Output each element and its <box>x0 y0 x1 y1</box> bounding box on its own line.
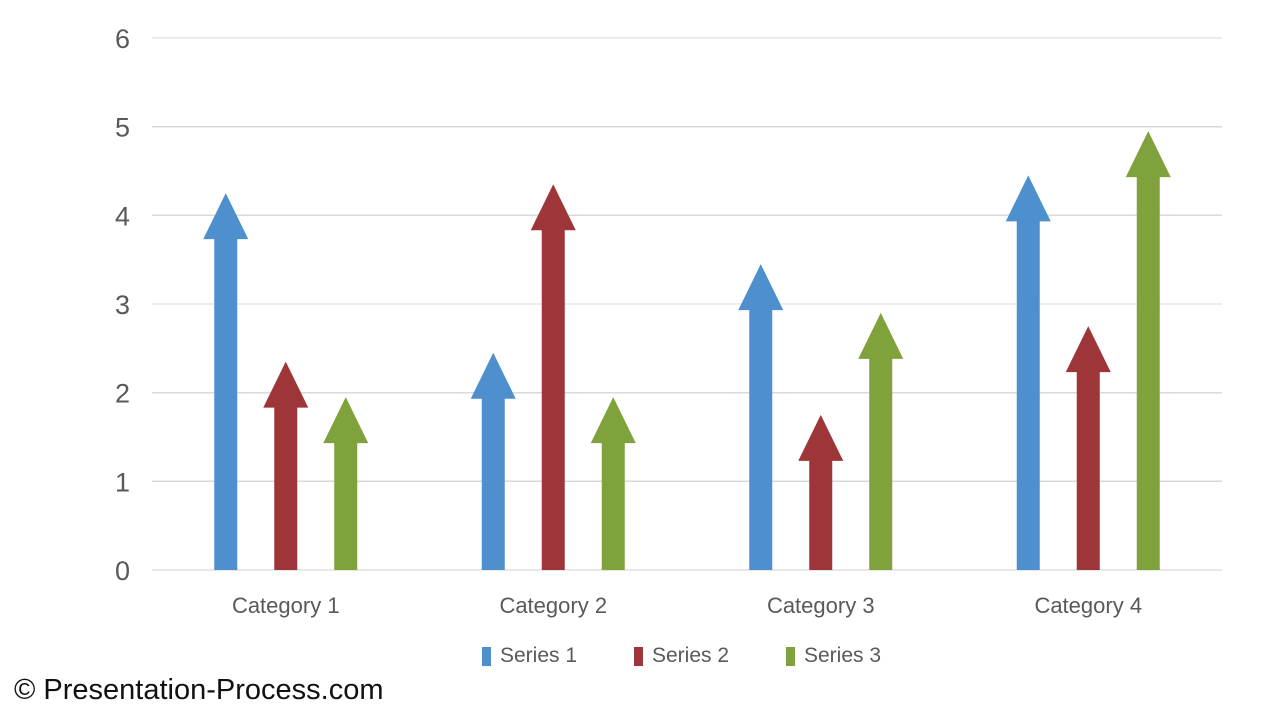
legend-swatch-icon <box>634 647 643 666</box>
arrow-bar <box>323 397 369 570</box>
y-axis-tick-label: 6 <box>115 24 130 54</box>
y-axis-tick-label: 5 <box>115 113 130 143</box>
legend-label: Series 3 <box>804 644 881 667</box>
category-axis-labels: Category 1 Category 2 Category 3 Category 4 <box>232 593 1142 618</box>
legend-label: Series 2 <box>652 644 729 667</box>
arrow-bar <box>590 397 636 570</box>
arrow-column-chart: 0123456 Category 1 Category 2 Category 3 Ca… <box>0 0 1280 720</box>
y-axis-tick-labels: 0 1 2 3 4 5 6 <box>115 24 130 586</box>
y-axis-tick-label: 4 <box>115 201 130 231</box>
arrow-bar <box>798 414 844 570</box>
y-axis-tick-label: 2 <box>115 379 130 409</box>
category-label: Category 2 <box>499 593 607 618</box>
watermark-credit: © Presentation-Process.com <box>14 674 384 706</box>
legend-swatch-icon <box>482 647 491 666</box>
category-label: Category 4 <box>1034 593 1142 618</box>
y-axis-tick-label: 1 <box>115 467 130 497</box>
legend-item[interactable]: Series 3 <box>786 644 881 667</box>
arrow-bar <box>530 184 576 571</box>
legend-item[interactable]: Series 2 <box>634 644 729 667</box>
y-axis-tick-label: 3 <box>115 290 130 320</box>
legend: Series 1 Series 2 Series 3 <box>482 644 881 667</box>
arrow-bar <box>1065 326 1111 570</box>
arrow-bar <box>1005 175 1051 570</box>
chart-canvas: 0123456 Category 1 Category 2 Category 3 Ca… <box>115 24 1222 667</box>
arrow-bar <box>1125 131 1171 570</box>
gridlines <box>152 37 1222 571</box>
arrow-bar <box>470 352 516 570</box>
legend-swatch-icon <box>786 647 795 666</box>
legend-label: Series 1 <box>500 644 577 667</box>
arrow-bar <box>203 193 249 571</box>
arrow-bar <box>738 264 784 570</box>
category-label: Category 3 <box>767 593 875 618</box>
bars-group <box>203 131 1171 571</box>
category-label: Category 1 <box>232 593 340 618</box>
y-axis-tick-label: 0 <box>115 556 130 586</box>
arrow-bar <box>858 312 904 570</box>
legend-item[interactable]: Series 1 <box>482 644 577 667</box>
